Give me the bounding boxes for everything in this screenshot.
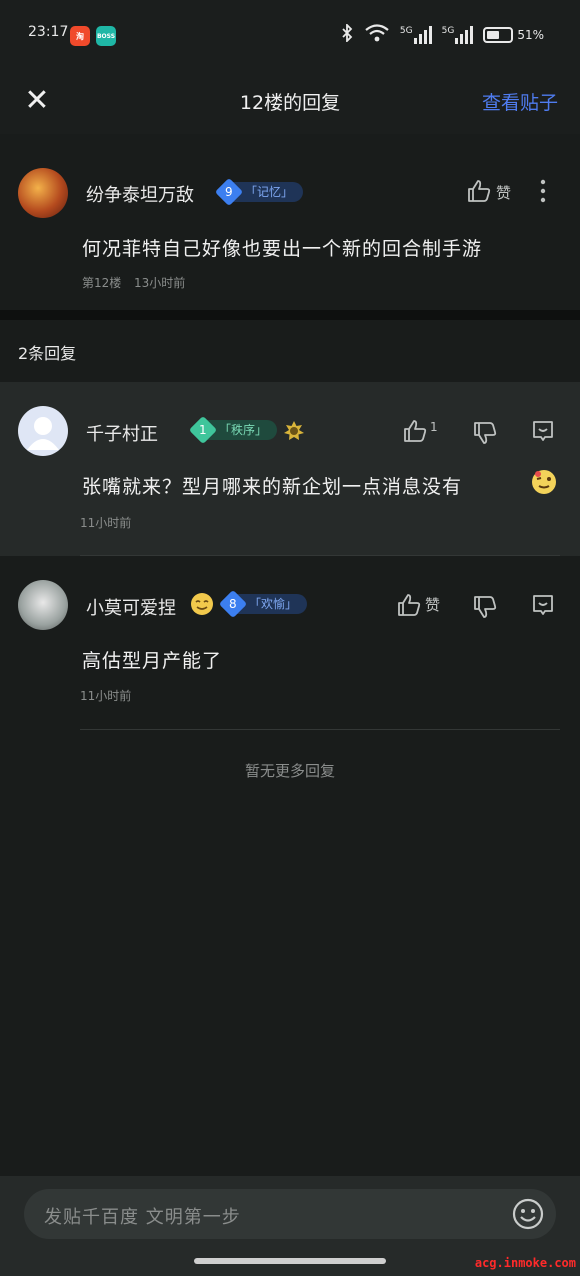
like-label[interactable]: 赞 xyxy=(425,594,440,615)
network-label: 5G xyxy=(399,25,413,36)
battery-icon xyxy=(483,26,514,43)
taobao-app-icon: 淘 xyxy=(70,26,90,46)
reply-icon[interactable] xyxy=(530,418,556,444)
floor-number: 第12楼 xyxy=(82,276,122,290)
reply-content: 张嘴就来？型月哪来的新企划一点消息没有 xyxy=(82,476,463,498)
reply-time: 11小时前 xyxy=(80,689,132,703)
divider xyxy=(80,729,560,730)
post-content: 何况菲特自己好像也要出一个新的回合制手游 xyxy=(82,238,483,260)
home-indicator[interactable] xyxy=(194,1258,386,1264)
wifi-icon xyxy=(364,24,390,45)
signal-5g-icon: 5G xyxy=(399,25,432,44)
post-time: 13小时前 xyxy=(134,276,186,290)
level-badge: 9 「记忆」 xyxy=(214,177,304,207)
like-count: 1 xyxy=(430,420,438,434)
avatar[interactable] xyxy=(18,580,68,630)
status-time: 23:17 xyxy=(28,24,69,40)
network-label-2: 5G xyxy=(441,25,455,36)
thumb-up-icon[interactable] xyxy=(396,592,422,618)
reply-username[interactable]: 小莫可爱捏 xyxy=(86,594,176,620)
watermark: acg.inmoke.com xyxy=(474,1256,576,1270)
section-divider xyxy=(0,310,580,320)
post-username[interactable]: 纷争泰坦万敌 xyxy=(86,181,194,207)
signal-5g-icon-2: 5G xyxy=(441,25,474,44)
smile-emoji-icon xyxy=(190,592,214,616)
level-badge: 1 「秩序」 xyxy=(188,415,278,445)
level-badge: 8 「欢愉」 xyxy=(218,589,308,619)
bluetooth-icon xyxy=(340,22,354,45)
status-indicators: 5G 5G 51% xyxy=(340,22,544,45)
view-post-link[interactable]: 查看贴子 xyxy=(482,88,558,115)
reply-username[interactable]: 千子村正 xyxy=(86,420,158,446)
thumb-up-icon[interactable] xyxy=(466,178,492,204)
boss-app-icon: BOSS xyxy=(96,26,116,46)
more-icon[interactable] xyxy=(532,176,554,206)
avatar[interactable] xyxy=(18,168,68,218)
thumb-up-icon[interactable] xyxy=(402,418,428,444)
avatar[interactable] xyxy=(18,406,68,456)
no-more-replies: 暂无更多回复 xyxy=(244,762,335,780)
level-tag: 「记忆」 xyxy=(233,182,304,202)
emoji-icon[interactable] xyxy=(512,1198,544,1230)
reply-content: 高估型月产能了 xyxy=(82,650,223,672)
medal-icon xyxy=(283,420,305,442)
reply-count: 2条回复 xyxy=(18,344,77,363)
thumb-down-icon[interactable] xyxy=(472,420,498,446)
default-avatar-icon xyxy=(27,417,59,450)
reply-icon[interactable] xyxy=(530,592,556,618)
thumb-down-icon[interactable] xyxy=(472,594,498,620)
reply-input-placeholder[interactable]: 发贴千百度 文明第一步 xyxy=(44,1203,241,1229)
like-label[interactable]: 赞 xyxy=(496,182,511,203)
level-tag: 「欢愉」 xyxy=(237,594,308,614)
reply-count-bar xyxy=(0,320,580,382)
reply-time: 11小时前 xyxy=(80,516,132,530)
emoji-sticker-icon xyxy=(530,468,558,496)
level-tag: 「秩序」 xyxy=(207,420,278,440)
battery-percent: 51% xyxy=(517,27,544,42)
